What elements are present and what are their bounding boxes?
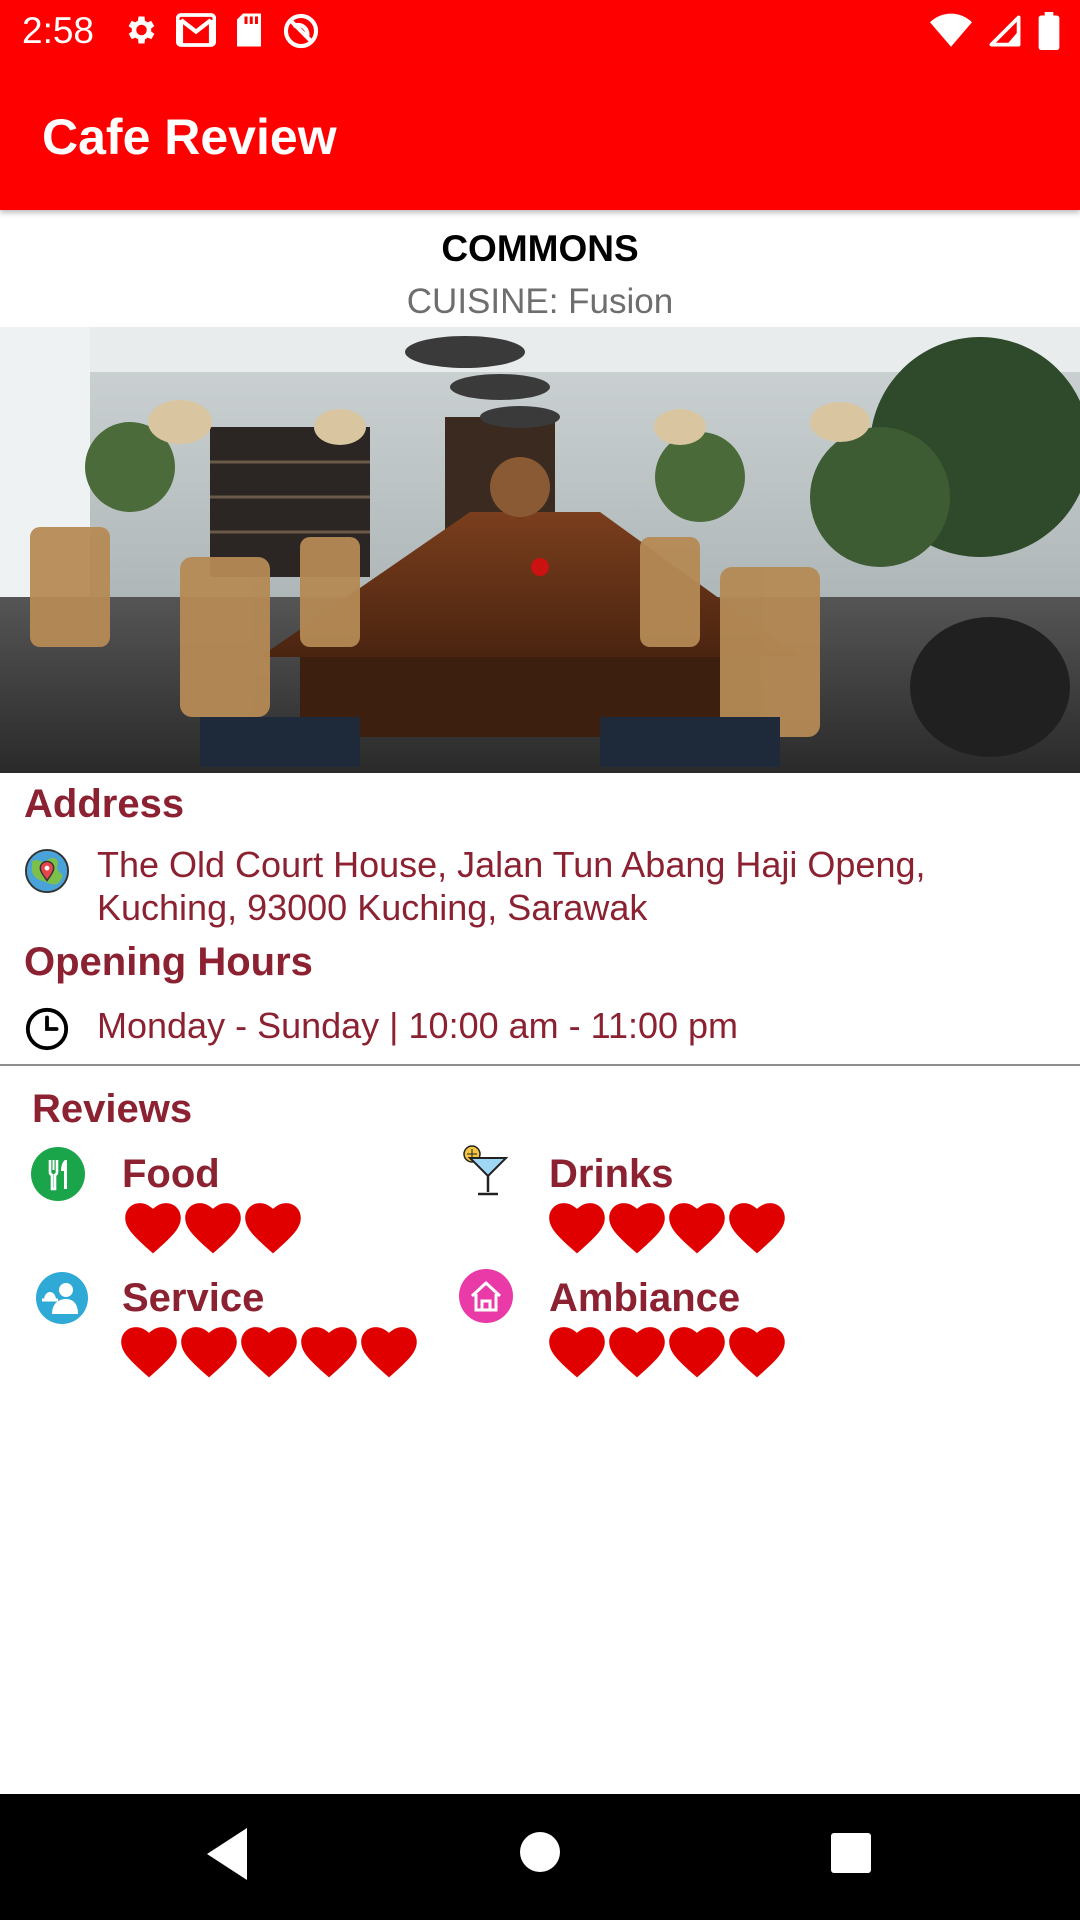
battery-icon <box>1038 12 1060 50</box>
review-food-hearts <box>124 1201 302 1255</box>
gear-icon <box>128 16 155 44</box>
heart-icon <box>245 1203 301 1254</box>
heart-icon <box>549 1203 605 1254</box>
heart-icon <box>729 1203 785 1254</box>
review-service-hearts <box>120 1325 418 1379</box>
cafe-cuisine: CUISINE: Fusion <box>406 282 674 321</box>
review-ambiance-hearts <box>548 1325 786 1379</box>
address-line-2: Kuching, 93000 Kuching, Sarawak <box>97 887 648 928</box>
cafe-interior-photo <box>0 327 1080 773</box>
wifi-icon <box>930 13 972 47</box>
heart-icon <box>181 1327 237 1378</box>
review-service-label: Service <box>122 1276 265 1320</box>
review-ambiance-label: Ambiance <box>549 1276 741 1320</box>
heart-icon <box>729 1327 785 1378</box>
sd-card-icon <box>237 13 261 47</box>
heart-icon <box>301 1327 357 1378</box>
fork-knife-icon <box>31 1147 85 1201</box>
heart-icon <box>241 1327 297 1378</box>
cafe-name: COMMONS <box>441 228 639 269</box>
opening-hours-text: Monday - Sunday | 10:00 am - 11:00 pm <box>97 1005 739 1046</box>
clock-icon <box>25 1007 69 1051</box>
heart-icon <box>121 1327 177 1378</box>
navigation-bar <box>0 1794 1080 1920</box>
app-title: Cafe Review <box>42 109 337 165</box>
heart-icon <box>609 1203 665 1254</box>
review-drinks-hearts <box>548 1201 786 1255</box>
section-divider <box>0 1064 1080 1066</box>
heart-icon <box>549 1327 605 1378</box>
status-bar: 2:58 <box>0 0 1080 64</box>
review-food-label: Food <box>122 1152 220 1196</box>
home-icon[interactable] <box>518 1830 562 1874</box>
app-bar: Cafe Review <box>0 64 1080 210</box>
cell-signal-icon <box>989 15 1021 47</box>
waiter-icon <box>36 1272 88 1324</box>
cocktail-icon <box>463 1145 509 1196</box>
reviews-heading: Reviews <box>32 1087 193 1131</box>
review-drinks-label: Drinks <box>549 1152 674 1196</box>
globe-location-icon <box>24 848 70 894</box>
heart-icon <box>609 1327 665 1378</box>
heart-icon <box>669 1327 725 1378</box>
heart-icon <box>185 1203 241 1254</box>
back-icon[interactable] <box>203 1824 251 1884</box>
house-icon <box>459 1269 513 1323</box>
gmail-icon <box>176 13 216 47</box>
heart-icon <box>125 1203 181 1254</box>
address-line-1: The Old Court House, Jalan Tun Abang Haj… <box>97 844 926 885</box>
address-heading: Address <box>24 782 185 826</box>
do-not-disturb-icon <box>283 13 319 49</box>
heart-icon <box>669 1203 725 1254</box>
heart-icon <box>361 1327 417 1378</box>
status-time: 2:58 <box>22 10 95 51</box>
recents-icon[interactable] <box>830 1832 872 1874</box>
opening-hours-heading: Opening Hours <box>24 940 313 984</box>
